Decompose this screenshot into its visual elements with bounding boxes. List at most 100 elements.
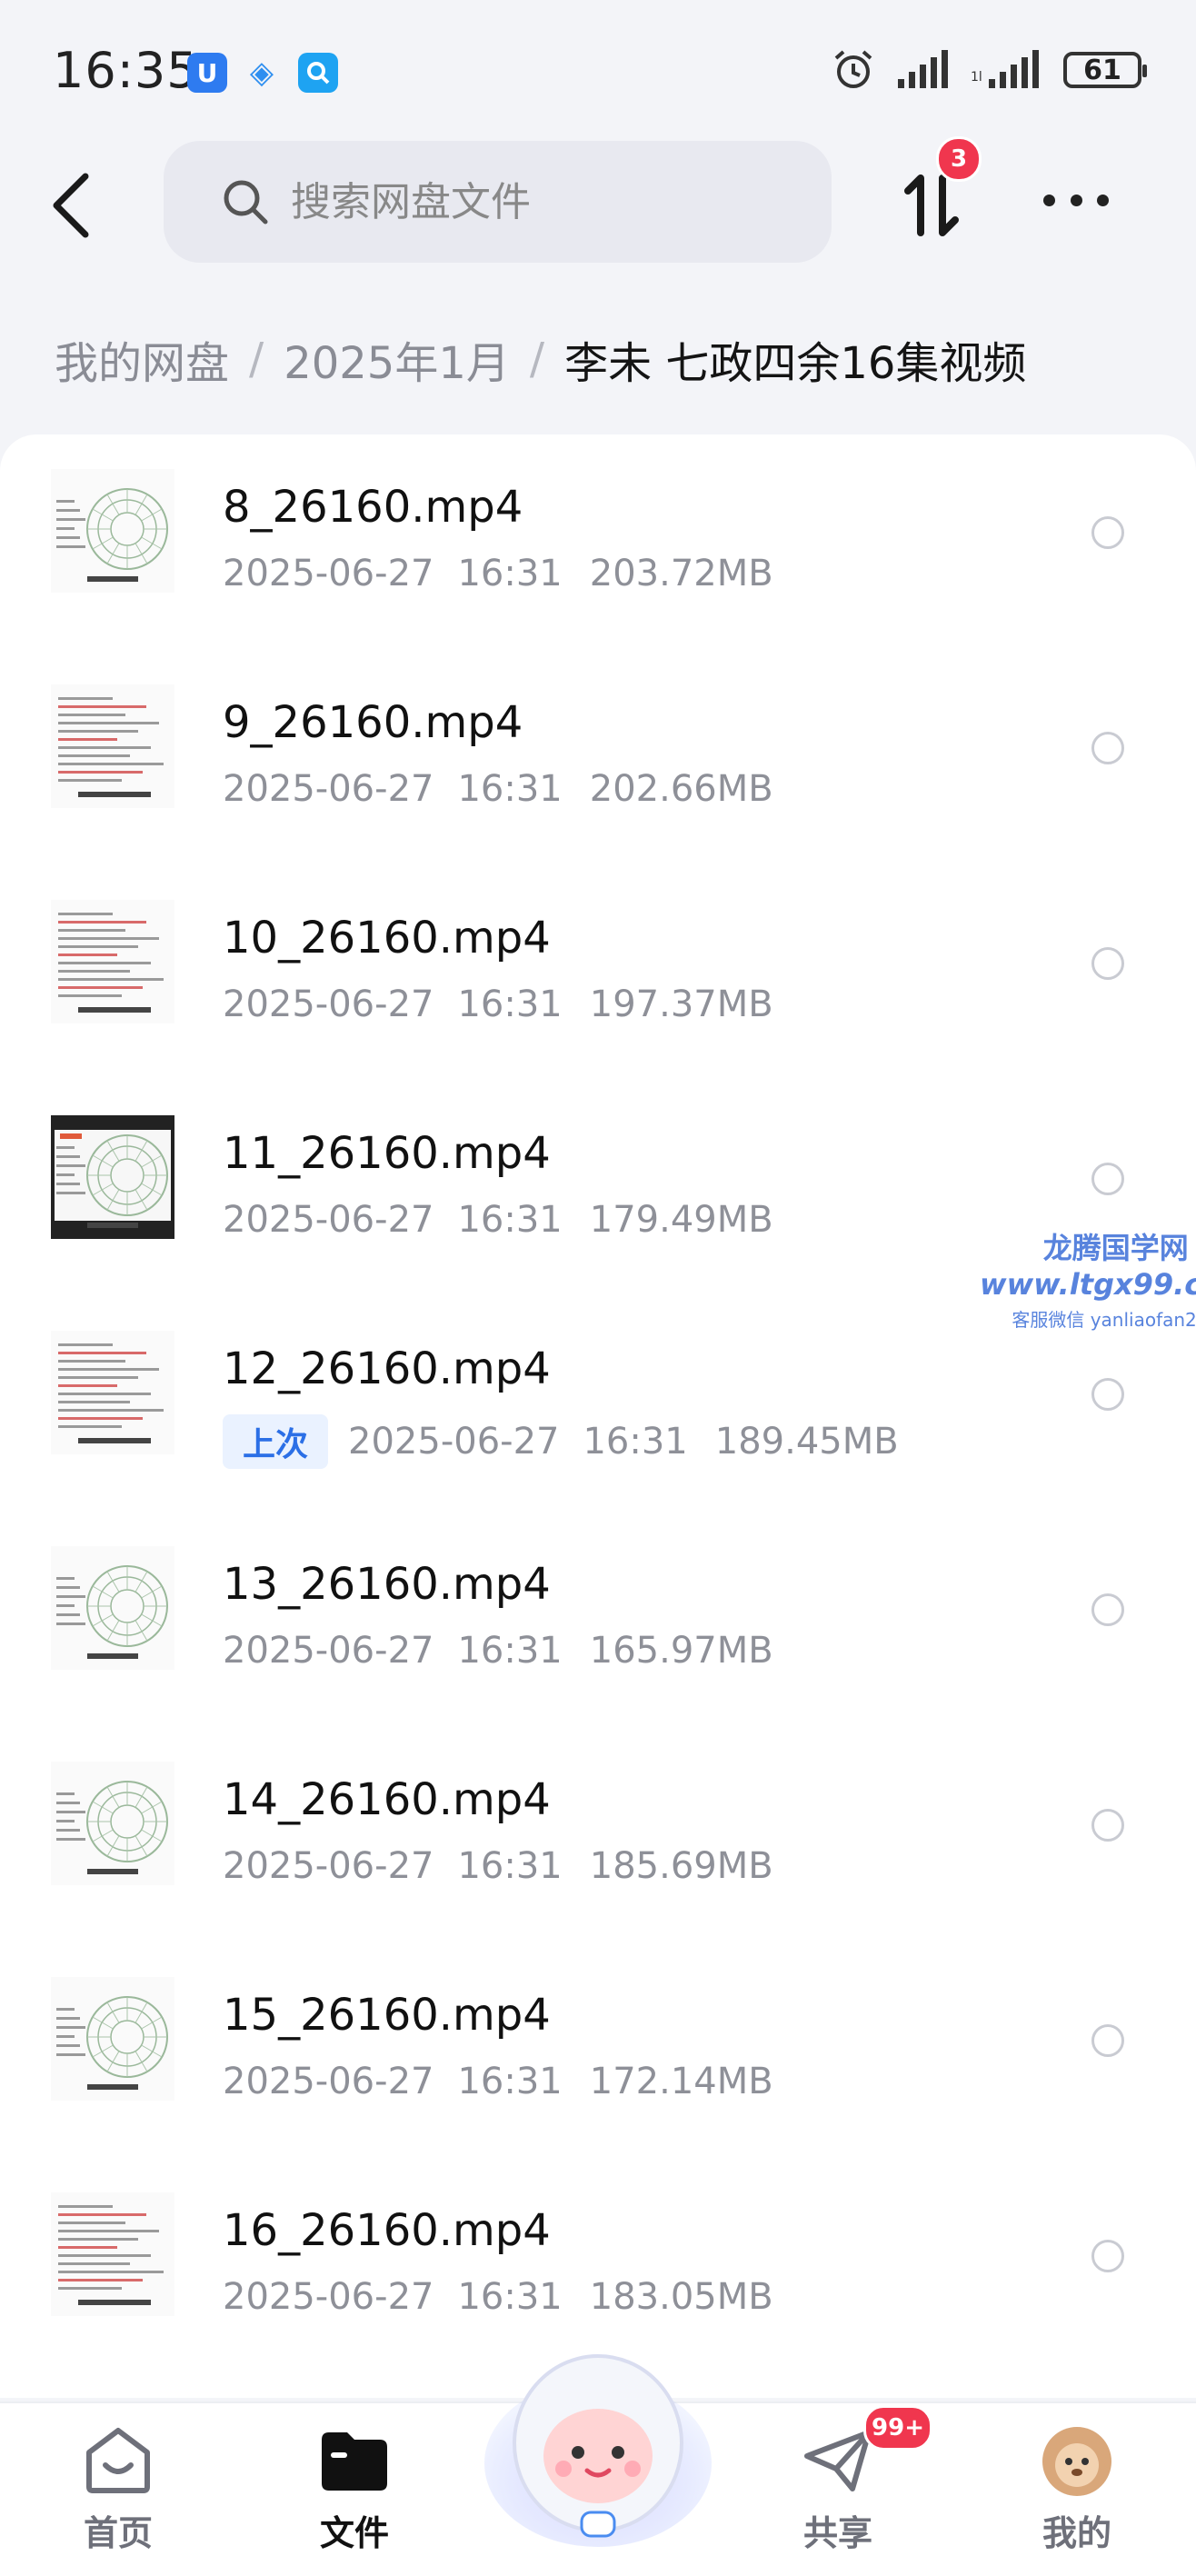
file-row[interactable]: 15_26160.mp4 2025-06-27 16:31 172.14MB <box>0 1942 1196 2159</box>
file-date: 2025-06-27 <box>223 2061 434 2102</box>
select-checkbox[interactable] <box>1091 947 1124 980</box>
nav-files[interactable]: 文件 <box>264 2403 445 2576</box>
search-input[interactable] <box>289 177 765 226</box>
file-date: 2025-06-27 <box>348 1421 560 1463</box>
system-icons: 1l 61 <box>831 47 1147 93</box>
nav-files-label: 文件 <box>319 2513 389 2553</box>
file-meta: 2025-06-27 16:31 185.69MB <box>223 1845 773 1887</box>
mascot-icon <box>484 2354 712 2547</box>
file-row[interactable]: 14_26160.mp4 2025-06-27 16:31 185.69MB <box>0 1727 1196 1943</box>
file-time: 16:31 <box>457 983 563 1025</box>
breadcrumb-item[interactable]: 我的网盘 <box>55 327 229 391</box>
video-thumbnail <box>51 2192 174 2316</box>
breadcrumb-current: 李未 七政四余16集视频 <box>564 338 1027 389</box>
chevron-left-icon <box>53 173 89 238</box>
header: 3 <box>0 136 1196 273</box>
select-checkbox[interactable] <box>1091 516 1124 549</box>
file-name: 13_26160.mp4 <box>223 1559 551 1610</box>
select-checkbox[interactable] <box>1091 1593 1124 1626</box>
dot <box>1043 194 1055 206</box>
file-time: 16:31 <box>457 1845 563 1887</box>
file-name: 8_26160.mp4 <box>223 482 523 533</box>
file-meta: 2025-06-27 16:31 179.49MB <box>223 1199 773 1241</box>
file-meta: 上次 2025-06-27 16:31 189.45MB <box>223 1414 899 1469</box>
video-thumbnail <box>51 469 174 593</box>
file-meta: 2025-06-27 16:31 183.05MB <box>223 2276 773 2318</box>
status-bar: 16:35 U ◈ 1l 61 <box>0 0 1196 136</box>
file-name: 14_26160.mp4 <box>223 1774 551 1825</box>
select-checkbox[interactable] <box>1091 2240 1124 2272</box>
file-size: 189.45MB <box>714 1421 899 1463</box>
file-date: 2025-06-27 <box>223 983 434 1025</box>
app-notification-icon: ◈ <box>249 55 274 91</box>
file-size: 172.14MB <box>589 2061 773 2102</box>
nav-home-label: 首页 <box>83 2513 153 2553</box>
breadcrumb-separator: / <box>529 334 545 384</box>
svg-text:1l: 1l <box>971 70 982 85</box>
search-bar[interactable] <box>164 141 832 263</box>
nav-mine-label: 我的 <box>1042 2513 1111 2553</box>
file-name: 12_26160.mp4 <box>223 1343 551 1394</box>
select-checkbox[interactable] <box>1091 1809 1124 1842</box>
breadcrumb: 我的网盘 / 2025年1月 / 李未 七政四余16集视频 <box>55 327 1026 391</box>
file-time: 16:31 <box>457 1630 563 1672</box>
file-row[interactable]: 8_26160.mp4 2025-06-27 16:31 203.72MB <box>0 434 1196 651</box>
watermark-contact: 客服微信 yanliaofan225 <box>1012 1309 1196 1331</box>
file-size: 179.49MB <box>589 1199 773 1241</box>
file-date: 2025-06-27 <box>223 2276 434 2318</box>
file-list: 8_26160.mp4 2025-06-27 16:31 203.72MB 9_2616… <box>0 434 1196 2398</box>
video-thumbnail <box>51 900 174 1023</box>
file-row[interactable]: 10_26160.mp4 2025-06-27 16:31 197.37MB <box>0 865 1196 1082</box>
video-thumbnail <box>51 1977 174 2101</box>
nav-share-label: 共享 <box>802 2513 872 2553</box>
watermark-title: 龙腾国学网 <box>1042 1231 1189 1265</box>
status-time: 16:35 <box>53 42 199 99</box>
video-thumbnail <box>51 1762 174 1885</box>
file-meta: 2025-06-27 16:31 203.72MB <box>223 553 773 594</box>
nav-home[interactable]: 首页 <box>27 2403 209 2576</box>
file-meta: 2025-06-27 16:31 197.37MB <box>223 983 773 1025</box>
ai-assistant-button[interactable] <box>480 2336 716 2554</box>
dot <box>1097 194 1109 206</box>
battery-indicator: 61 <box>1063 52 1147 88</box>
file-date: 2025-06-27 <box>223 1199 434 1241</box>
folder-icon <box>322 2432 387 2491</box>
file-size: 183.05MB <box>589 2276 773 2318</box>
select-checkbox[interactable] <box>1091 732 1124 764</box>
file-date: 2025-06-27 <box>223 1630 434 1672</box>
select-checkbox[interactable] <box>1091 1163 1124 1195</box>
select-checkbox[interactable] <box>1091 1378 1124 1411</box>
avatar <box>1042 2427 1111 2496</box>
breadcrumb-item[interactable]: 2025年1月 <box>284 327 510 391</box>
file-date: 2025-06-27 <box>223 553 434 594</box>
dot <box>1070 194 1082 206</box>
file-time: 16:31 <box>583 1421 688 1463</box>
file-size: 202.66MB <box>589 768 773 810</box>
transfer-count-badge: 3 <box>936 136 982 182</box>
file-name: 15_26160.mp4 <box>223 1990 551 2041</box>
back-button[interactable] <box>44 169 98 242</box>
file-name: 11_26160.mp4 <box>223 1128 551 1179</box>
search-icon <box>224 180 268 225</box>
file-date: 2025-06-27 <box>223 768 434 810</box>
file-name: 10_26160.mp4 <box>223 913 551 964</box>
video-thumbnail <box>51 684 174 808</box>
file-row[interactable]: 9_26160.mp4 2025-06-27 16:31 202.66MB <box>0 650 1196 866</box>
nav-mine[interactable]: 我的 <box>986 2403 1168 2576</box>
file-meta: 2025-06-27 16:31 165.97MB <box>223 1630 773 1672</box>
alarm-icon <box>834 50 872 88</box>
file-size: 185.69MB <box>589 1845 773 1887</box>
select-checkbox[interactable] <box>1091 2024 1124 2057</box>
video-thumbnail <box>51 1115 174 1239</box>
file-name: 9_26160.mp4 <box>223 697 523 748</box>
signal-icon <box>898 50 948 88</box>
signal-2-icon: 1l <box>971 50 1039 88</box>
file-time: 16:31 <box>457 2276 563 2318</box>
file-time: 16:31 <box>457 768 563 810</box>
file-size: 203.72MB <box>589 553 773 594</box>
file-time: 16:31 <box>457 2061 563 2102</box>
watermark-url: www.ltgx99.com <box>980 1267 1196 1302</box>
file-date: 2025-06-27 <box>223 1845 434 1887</box>
more-options-button[interactable] <box>1043 182 1109 218</box>
file-row[interactable]: 13_26160.mp4 2025-06-27 16:31 165.97MB <box>0 1512 1196 1728</box>
